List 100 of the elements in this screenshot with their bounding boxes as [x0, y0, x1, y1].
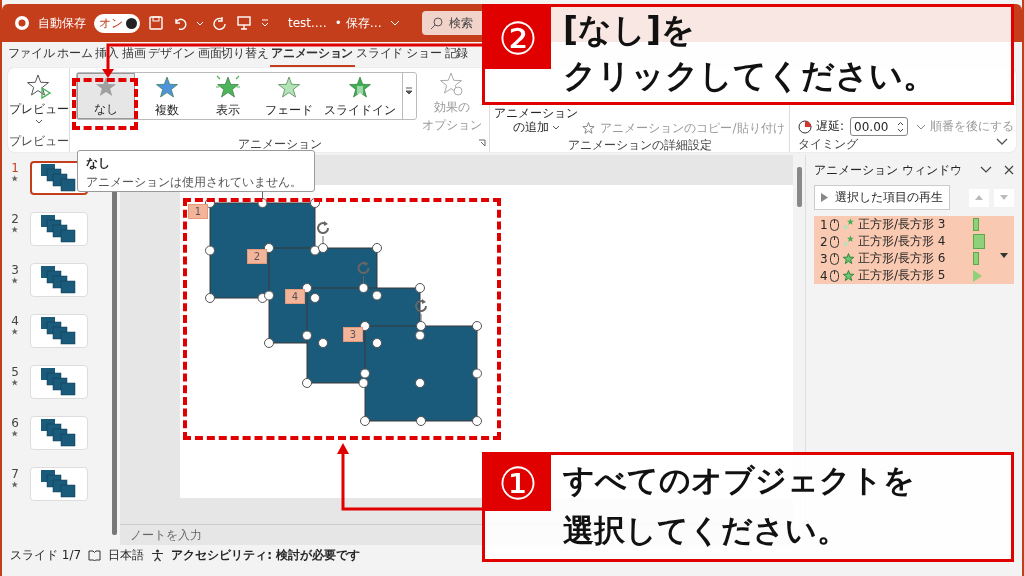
play-selected-button[interactable]: 選択した項目の再生	[814, 185, 950, 210]
book-icon[interactable]	[88, 549, 102, 561]
slide-number: 3	[11, 263, 19, 277]
slide-number: 6	[11, 416, 19, 430]
animation-order-tag[interactable]: 1	[188, 204, 208, 219]
selection-handle[interactable]	[472, 321, 482, 331]
squares-drawing	[41, 419, 77, 447]
selection-handle[interactable]	[264, 338, 274, 348]
notes-field[interactable]: ノートを入力	[128, 527, 332, 543]
caret-icon[interactable]	[196, 19, 204, 27]
presentation-icon[interactable]	[236, 15, 252, 31]
selection-handle[interactable]	[257, 198, 268, 208]
squares-drawing	[41, 470, 77, 498]
save-icon[interactable]	[148, 15, 164, 31]
selection-handle[interactable]	[358, 378, 369, 388]
accessibility-status[interactable]: アクセシビリティ: 検討が必要です	[171, 546, 361, 564]
animation-option[interactable]: なし	[76, 73, 135, 119]
animation-list-item[interactable]: 4 正方形/長方形 5	[814, 267, 1014, 284]
selection-handle[interactable]	[416, 321, 426, 331]
slide-number: 7	[11, 467, 19, 481]
spinner-arrows-icon[interactable]	[897, 120, 905, 133]
animation-option[interactable]: フェード	[259, 73, 318, 119]
selection-handle[interactable]	[310, 198, 320, 208]
ribbon-tab[interactable]: スライド ショー	[354, 41, 444, 67]
animation-order-tag[interactable]: 4	[285, 289, 305, 304]
animation-order-tag[interactable]: 3	[343, 327, 363, 342]
selection-handle[interactable]	[360, 368, 370, 379]
selection-handle[interactable]	[360, 416, 370, 426]
selection-handle[interactable]	[416, 416, 426, 426]
selection-handle[interactable]	[415, 378, 425, 388]
selection-handle[interactable]	[472, 416, 482, 426]
preview-button[interactable]: プレビュー	[6, 72, 71, 126]
scrollbar[interactable]	[796, 167, 802, 207]
selection-handle[interactable]	[372, 290, 382, 301]
language-indicator[interactable]: 日本語	[108, 546, 145, 564]
selection-handle[interactable]	[372, 243, 382, 253]
autosave-label: 自動保存	[38, 14, 86, 32]
selection-handle[interactable]	[318, 338, 328, 348]
animation-list-item[interactable]: 2 正方形/長方形 4	[814, 233, 1014, 250]
selection-handle[interactable]	[358, 283, 369, 293]
autosave-toggle[interactable]: オン	[94, 13, 140, 33]
animation-list-item[interactable]: 1 正方形/長方形 3	[814, 216, 1014, 233]
instruction-text: 選択してください。	[563, 511, 849, 550]
rotate-handle-stem	[420, 313, 422, 323]
more-caret-icon	[405, 87, 413, 95]
square-shape[interactable]	[364, 325, 478, 422]
close-icon[interactable]	[1004, 165, 1014, 175]
selection-handle[interactable]	[205, 245, 215, 256]
collapse-ribbon-icon[interactable]	[996, 138, 1008, 146]
squares-drawing	[41, 266, 77, 294]
star-gear-icon	[438, 72, 465, 98]
selection-handle[interactable]	[264, 290, 274, 301]
chevron-down-icon[interactable]	[980, 166, 992, 174]
selection-handle[interactable]	[302, 378, 312, 388]
triangle-up-icon	[975, 195, 983, 200]
ribbon-tab[interactable]: ホーム	[55, 41, 94, 67]
delay-spinner[interactable]: 00.00	[850, 117, 909, 136]
selection-handle[interactable]	[415, 330, 425, 341]
rotate-handle-stem	[363, 275, 364, 285]
animation-star-icon	[11, 379, 19, 387]
ribbon-tab[interactable]: 記録	[443, 41, 470, 67]
animation-star-icon	[11, 226, 19, 234]
animation-order-tag[interactable]: 2	[247, 249, 267, 264]
selection-handle[interactable]	[318, 243, 328, 253]
rotate-handle-icon[interactable]	[415, 299, 427, 313]
mouse-icon	[830, 235, 839, 248]
rotate-handle-icon[interactable]	[317, 221, 329, 235]
add-animation-button[interactable]: アニメーション の追加	[494, 106, 579, 134]
step-number: ②	[485, 7, 551, 69]
selection-handle[interactable]	[205, 293, 215, 303]
dialog-launcher-icon[interactable]	[478, 139, 486, 147]
search-field[interactable]: 検索	[421, 11, 484, 35]
squares-drawing	[41, 215, 77, 243]
animation-option[interactable]: 複数	[137, 73, 196, 119]
group-label: アニメーションの詳細設定	[567, 137, 712, 154]
selection-handle[interactable]	[472, 368, 482, 379]
animation-list-item[interactable]: 3 正方形/長方形 6	[814, 250, 1014, 267]
chevron-down-icon[interactable]	[389, 18, 400, 28]
selection-handle[interactable]	[310, 245, 320, 256]
ribbon-tab[interactable]: 画面切り替え	[196, 41, 270, 67]
mouse-icon	[830, 218, 839, 231]
customize-caret-icon[interactable]	[260, 18, 270, 28]
redo-icon[interactable]	[212, 15, 228, 31]
ribbon-tab[interactable]: デザイン	[146, 41, 197, 67]
slide-number: 2	[11, 212, 19, 226]
accessibility-icon[interactable]	[151, 548, 165, 562]
tooltip-title: なし	[86, 155, 111, 172]
animation-option[interactable]: スライドイン	[320, 73, 399, 119]
highlight-frame	[72, 78, 138, 130]
selection-handle[interactable]	[302, 330, 312, 341]
animation-option[interactable]: 表示	[198, 73, 257, 119]
file-name[interactable]: test.…	[288, 16, 327, 30]
ribbon-tab[interactable]: ファイル	[6, 41, 56, 67]
rotate-handle-stem	[262, 190, 263, 200]
selection-handle[interactable]	[264, 243, 274, 253]
delay-label: 遅延:	[816, 118, 845, 135]
rotate-handle-icon[interactable]	[357, 261, 370, 275]
ribbon-tab[interactable]: 描画	[120, 41, 147, 67]
selection-handle[interactable]	[415, 283, 425, 293]
dropdown-caret-icon[interactable]	[1000, 253, 1008, 258]
